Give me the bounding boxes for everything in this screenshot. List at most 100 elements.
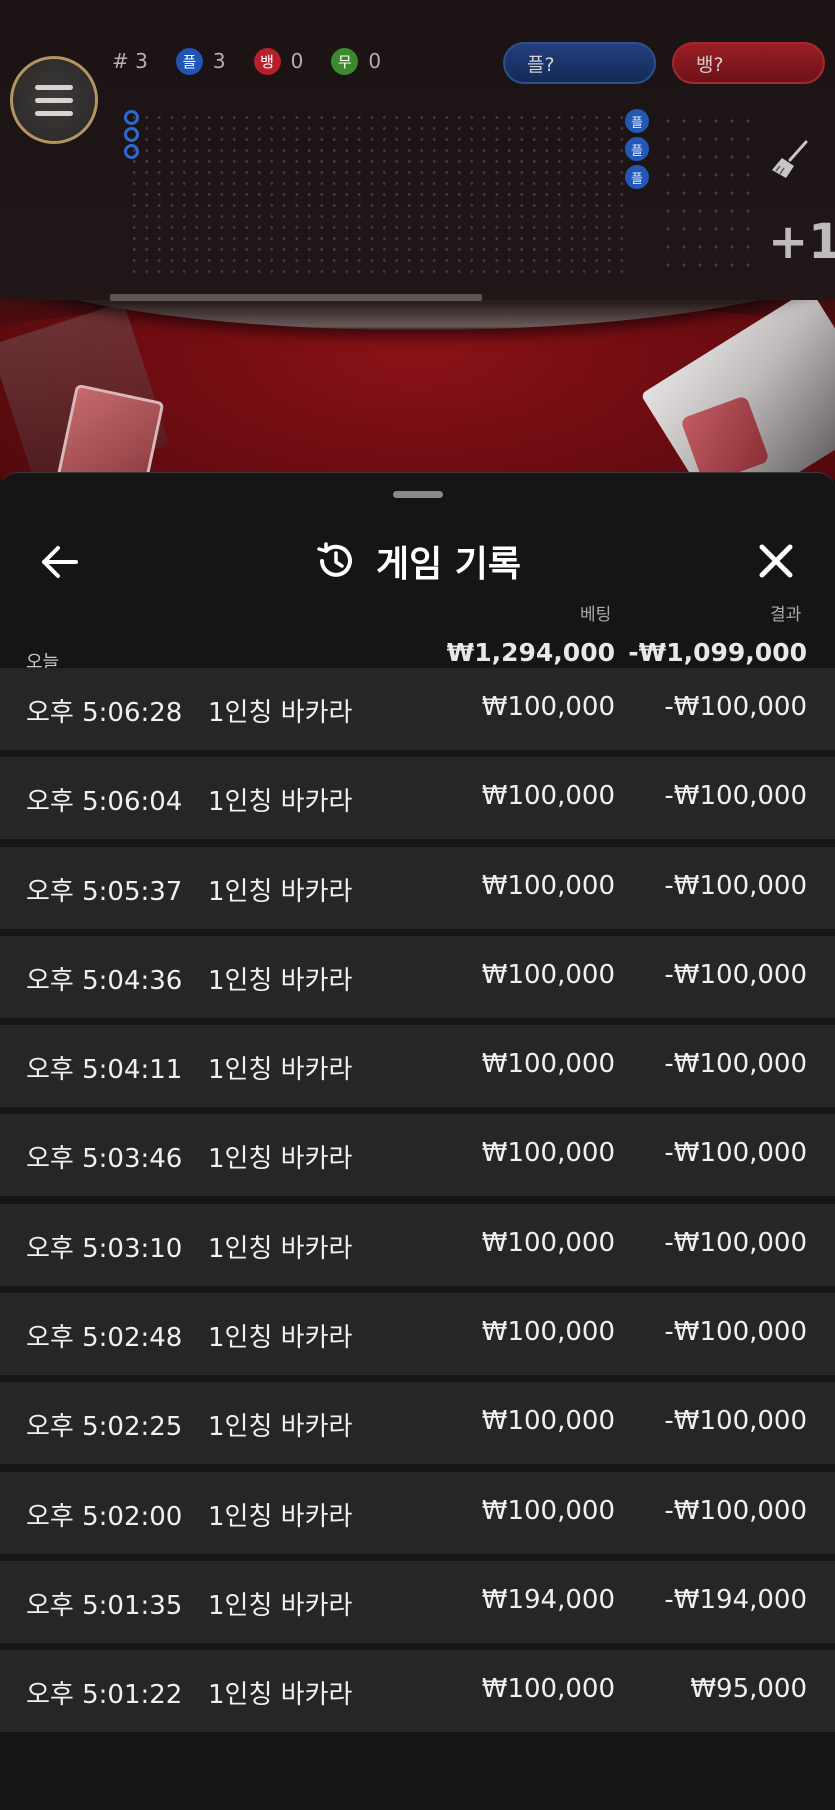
player-badge-icon: 플 [175,47,203,75]
row-game-name: 1인칭 바카라 [208,698,353,728]
history-list: 오후 5:06:28 1인칭 바카라 ₩100,000 -₩100,000 오후 5:0… [0,668,835,1740]
row-bet-amount: ₩194,000 [481,1584,615,1615]
row-result-amount: -₩100,000 [664,781,807,812]
row-game-name: 1인칭 바카라 [208,1055,353,1086]
row-result-amount: ₩95,000 [690,1674,807,1705]
scroll-indicator [110,294,482,301]
player-count: 3 [212,49,226,73]
row-result-amount: -₩100,000 [664,959,807,990]
round-label: # 3 [112,49,148,73]
road-ring-marker [124,127,139,142]
row-game-name: 1인칭 바카라 [208,1590,353,1621]
hamburger-icon-bar [35,84,73,90]
broom-icon[interactable] [768,138,812,182]
banker-win-count: 뱅 0 [253,47,304,75]
history-row[interactable]: 오후 5:04:11 1인칭 바카라 ₩100,000 -₩100,000 [0,1025,835,1108]
history-row[interactable]: 오후 5:02:48 1인칭 바카라 ₩100,000 -₩100,000 [0,1293,835,1376]
close-icon[interactable] [752,537,800,585]
sheet-drag-handle[interactable] [393,491,443,498]
history-row[interactable]: 오후 5:02:00 1인칭 바카라 ₩100,000 -₩100,000 [0,1471,835,1554]
sheet-title: 게임 기록 [375,544,521,585]
history-row[interactable]: 오후 5:01:22 1인칭 바카라 ₩100,000 ₩95,000 [0,1650,835,1733]
row-game-name: 1인칭 바카라 [208,876,353,907]
row-time: 오후 5:01:35 [26,1590,183,1621]
row-bet-amount: ₩100,000 [481,1227,615,1258]
row-result-amount: -₩100,000 [664,1317,807,1348]
row-time: 오후 5:01:22 [26,1680,183,1711]
total-result: -₩1,099,000 [628,638,807,667]
result-column-header: 결과 [770,605,802,625]
history-icon [317,542,352,577]
row-game-name: 1인칭 바카라 [208,1412,353,1443]
banker-count: 0 [290,49,304,73]
row-bet-amount: ₩100,000 [481,1406,615,1437]
total-bet: ₩1,294,000 [446,638,615,667]
row-game-name: 1인칭 바카라 [208,1501,353,1532]
history-row[interactable]: 오후 5:06:04 1인칭 바카라 ₩100,000 -₩100,000 [0,757,835,840]
road-player-chip: 플 [625,109,649,133]
row-time: 오후 5:04:11 [26,1055,183,1086]
row-time: 오후 5:04:36 [26,965,183,996]
history-row[interactable]: 오후 5:02:25 1인칭 바카라 ₩100,000 -₩100,000 [0,1382,835,1465]
plus-one-button[interactable]: +1 [768,214,835,270]
history-row[interactable]: 오후 5:03:10 1인칭 바카라 ₩100,000 -₩100,000 [0,1203,835,1286]
row-result-amount: -₩100,000 [664,692,807,722]
row-bet-amount: ₩100,000 [481,692,615,722]
round-count: # 3 [112,49,148,73]
row-bet-amount: ₩100,000 [481,1674,615,1705]
row-bet-amount: ₩100,000 [481,870,615,901]
row-time: 오후 5:05:37 [26,876,183,907]
history-row[interactable]: 오후 5:06:28 1인칭 바카라 ₩100,000 -₩100,000 [0,668,835,750]
row-time: 오후 5:06:04 [26,787,183,818]
road-player-chip: 플 [625,137,649,161]
row-time: 오후 5:02:48 [26,1323,183,1354]
history-row[interactable]: 오후 5:01:35 1인칭 바카라 ₩194,000 -₩194,000 [0,1560,835,1643]
row-bet-amount: ₩100,000 [481,781,615,812]
row-bet-amount: ₩100,000 [481,959,615,990]
row-game-name: 1인칭 바카라 [208,787,353,818]
tie-count: 0 [368,49,382,73]
row-bet-amount: ₩100,000 [481,1317,615,1348]
history-row[interactable]: 오후 5:05:37 1인칭 바카라 ₩100,000 -₩100,000 [0,846,835,929]
row-result-amount: -₩100,000 [664,1138,807,1169]
round-stats: # 3 플 3 뱅 0 무 0 [112,46,409,76]
predict-player-button[interactable]: 플? [503,42,656,84]
row-time: 오후 5:02:00 [26,1501,183,1532]
row-result-amount: -₩194,000 [664,1584,807,1615]
bet-column-header: 베팅 [580,605,612,625]
row-result-amount: -₩100,000 [664,1227,807,1258]
game-history-sheet: 게임 기록 베팅 결과 오늘 ₩1,294,000 -₩1,099,000 오후… [0,472,835,1810]
road-player-chip: 플 [625,165,649,189]
row-bet-amount: ₩100,000 [481,1138,615,1169]
row-result-amount: -₩100,000 [664,870,807,901]
history-row[interactable]: 오후 5:03:46 1인칭 바카라 ₩100,000 -₩100,000 [0,1114,835,1197]
row-time: 오후 5:03:10 [26,1233,183,1264]
row-game-name: 1인칭 바카라 [208,1144,353,1175]
game-table-background: 플 플 플 # 3 플 3 뱅 0 무 0 플? 뱅? +1 [0,0,835,480]
hamburger-icon-bar [35,97,73,103]
row-result-amount: -₩100,000 [664,1495,807,1526]
big-road-grid [128,112,628,277]
row-bet-amount: ₩100,000 [481,1049,615,1080]
sheet-title-group: 게임 기록 [0,535,835,587]
banker-badge-icon: 뱅 [253,47,281,75]
history-row[interactable]: 오후 5:04:36 1인칭 바카라 ₩100,000 -₩100,000 [0,935,835,1018]
player-win-count: 플 3 [175,47,226,75]
row-game-name: 1인칭 바카라 [208,1233,353,1264]
row-time: 오후 5:03:46 [26,1144,183,1175]
row-time: 오후 5:02:25 [26,1412,183,1443]
row-result-amount: -₩100,000 [664,1406,807,1437]
row-game-name: 1인칭 바카라 [208,1680,353,1711]
road-ring-marker [124,144,139,159]
predict-banker-button[interactable]: 뱅? [672,42,825,84]
tie-badge-icon: 무 [331,47,359,75]
row-game-name: 1인칭 바카라 [208,1323,353,1354]
history-summary: 베팅 결과 오늘 ₩1,294,000 -₩1,099,000 [0,588,835,673]
side-road-grid [660,112,760,272]
hamburger-icon-bar [35,110,73,116]
row-bet-amount: ₩100,000 [481,1495,615,1526]
menu-button[interactable] [10,56,98,144]
road-ring-marker [124,110,139,125]
row-game-name: 1인칭 바카라 [208,965,353,996]
tie-count-stat: 무 0 [331,47,382,75]
